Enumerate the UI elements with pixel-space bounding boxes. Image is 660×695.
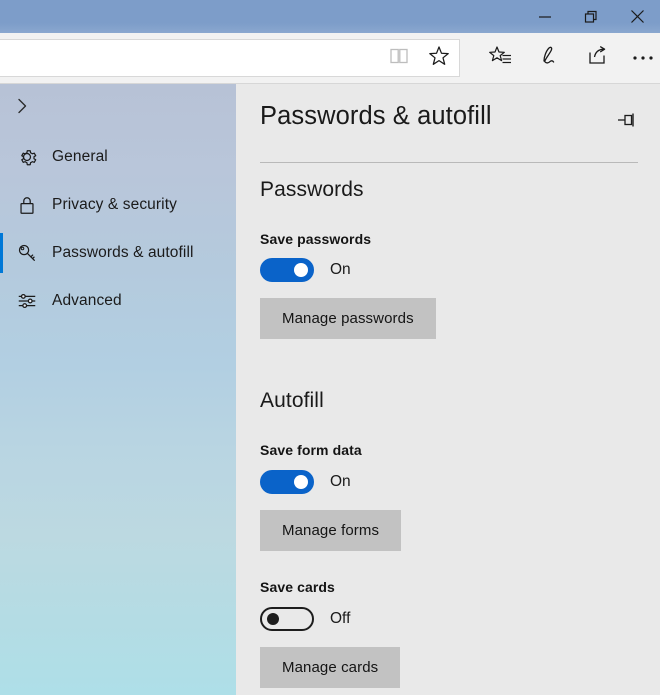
restore-button[interactable] [568,0,614,33]
sidebar-item-advanced[interactable]: Advanced [0,277,236,325]
settings-sidebar: General Privacy & security [0,84,236,695]
setting-save-passwords: Save passwords [260,231,650,247]
lock-icon [10,188,44,222]
selection-indicator [0,233,3,273]
minimize-button[interactable] [522,0,568,33]
manage-forms-row: Manage forms [260,510,650,551]
section-heading: Autofill [260,389,650,413]
share-icon [586,45,608,72]
share-button[interactable] [576,37,618,79]
edge-browser-window: General Privacy & security [0,0,660,695]
reading-view-button[interactable] [379,40,419,76]
setting-save-form-data: Save form data [260,442,650,458]
setting-save-cards: Save cards [260,579,650,595]
sliders-icon [10,284,44,318]
toggle-state-label: Off [330,610,350,628]
expand-sidebar-button[interactable] [0,88,44,128]
browser-toolbar [0,33,660,84]
toggle-state-label: On [330,261,351,279]
setting-label: Save passwords [260,231,650,247]
selection-indicator [0,281,3,321]
hub-icon [489,45,513,72]
settings-nav-list: General Privacy & security [0,133,236,325]
toggle-knob [267,613,279,625]
favorite-button[interactable] [419,40,459,76]
favorite-star-icon [428,45,450,72]
toggle-knob [294,475,308,489]
save-cards-toggle[interactable] [260,607,314,631]
manage-passwords-row: Manage passwords [260,298,650,339]
sidebar-item-privacy-security[interactable]: Privacy & security [0,181,236,229]
manage-forms-button[interactable]: Manage forms [260,510,401,551]
pane-header: Passwords & autofill [236,84,660,162]
toggle-state-label: On [330,473,351,491]
reading-view-icon [389,47,409,70]
address-input[interactable] [0,39,379,77]
save-passwords-toggle[interactable] [260,258,314,282]
section-heading: Passwords [260,178,650,202]
sidebar-item-passwords-autofill[interactable]: Passwords & autofill [0,229,236,277]
toggle-knob [294,263,308,277]
web-note-button[interactable] [528,37,570,79]
restore-icon [584,10,598,24]
close-button[interactable] [614,0,660,33]
pin-pane-button[interactable] [612,107,642,137]
manage-cards-row: Manage cards [260,647,650,688]
chevron-right-icon [14,96,30,121]
pin-icon [617,111,637,134]
setting-label: Save cards [260,579,650,595]
toggle-row-save-cards: Off [260,607,650,631]
more-icon [631,49,655,67]
section-autofill: Autofill [260,389,650,413]
header-divider [260,162,638,163]
selection-indicator [0,185,3,225]
title-bar [0,0,660,33]
sidebar-item-label: Advanced [52,292,122,310]
address-bar[interactable] [0,39,460,77]
close-icon [630,9,645,24]
sidebar-item-general[interactable]: General [0,133,236,181]
minimize-icon [538,10,552,24]
sidebar-item-label: Passwords & autofill [52,244,194,262]
save-form-data-toggle[interactable] [260,470,314,494]
sidebar-item-label: Privacy & security [52,196,177,214]
web-note-icon [538,45,560,72]
section-passwords: Passwords [260,178,650,202]
key-icon [10,236,44,270]
hub-button[interactable] [480,37,522,79]
settings-content-pane: Passwords & autofill Passwords Save pass… [236,84,660,695]
selection-indicator [0,137,3,177]
more-button[interactable] [622,37,660,79]
sidebar-item-label: General [52,148,108,166]
manage-passwords-button[interactable]: Manage passwords [260,298,436,339]
toggle-row-save-form-data: On [260,470,650,494]
page-title: Passwords & autofill [260,102,492,131]
setting-label: Save form data [260,442,650,458]
manage-cards-button[interactable]: Manage cards [260,647,400,688]
toggle-row-save-passwords: On [260,258,650,282]
gear-icon [10,140,44,174]
